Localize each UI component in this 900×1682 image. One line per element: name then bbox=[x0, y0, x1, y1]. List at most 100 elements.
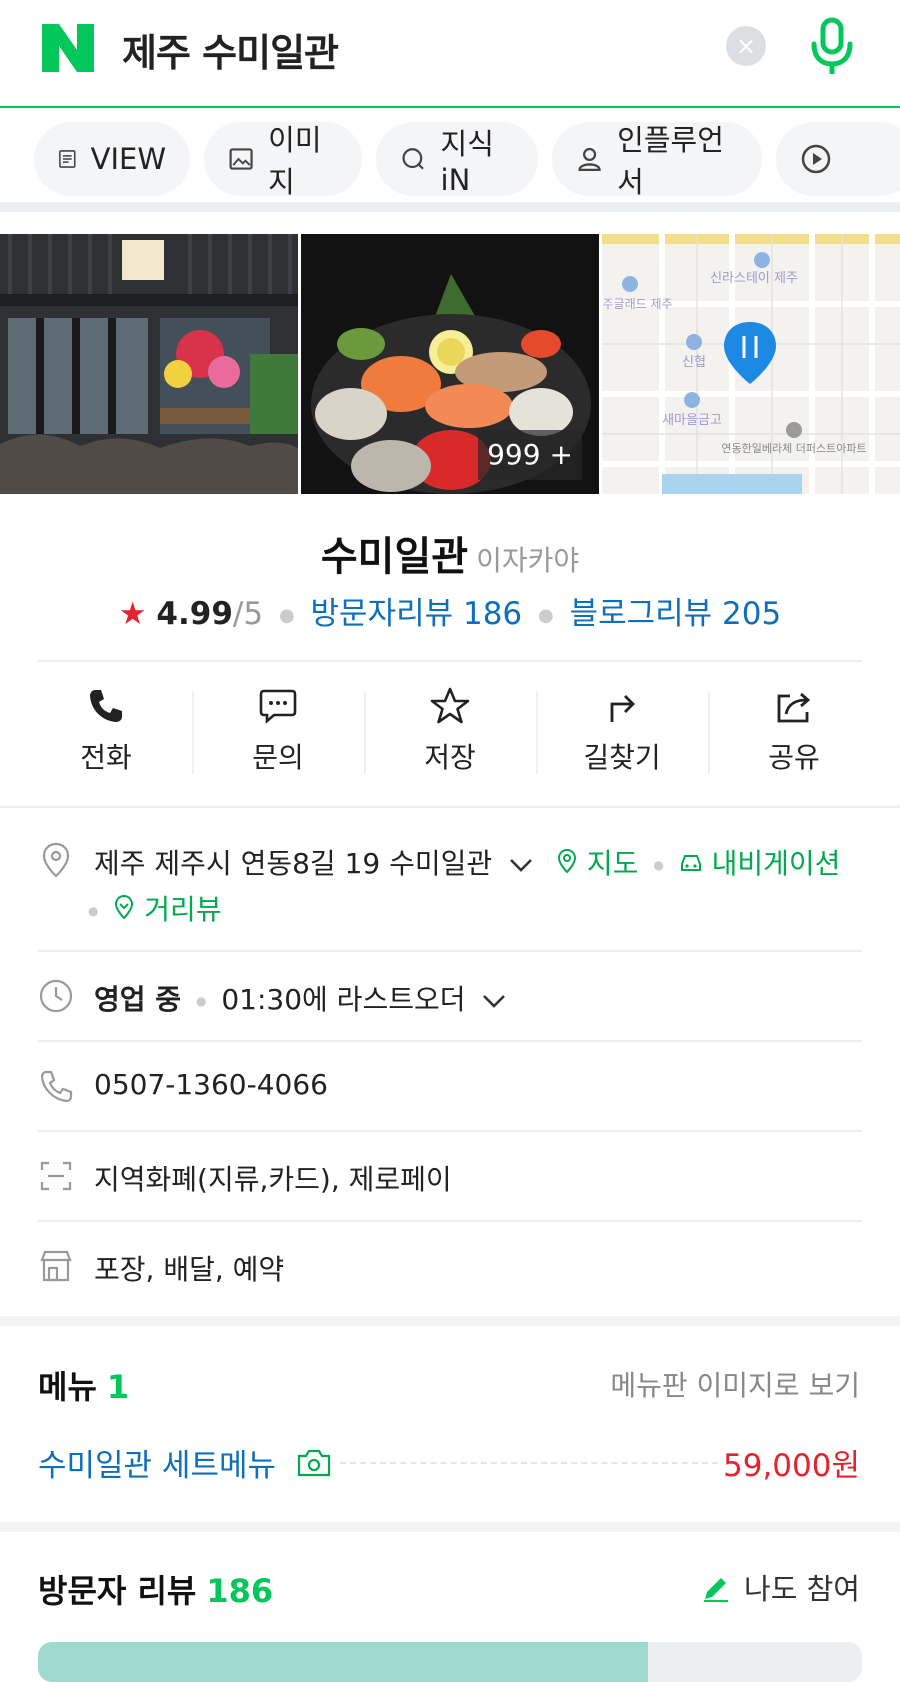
join-review-label: 나도 참여 bbox=[744, 1572, 860, 1606]
star-icon: ★ bbox=[118, 596, 147, 632]
divider bbox=[38, 1130, 862, 1132]
call-button[interactable]: 전화 bbox=[20, 680, 192, 790]
menu-item[interactable]: 수미일관 세트메뉴 bbox=[38, 1440, 332, 1485]
search-query[interactable]: 제주 수미일관 bbox=[122, 22, 339, 77]
naver-logo[interactable] bbox=[42, 24, 94, 72]
map-link[interactable]: 지도 bbox=[556, 847, 647, 880]
directions-button[interactable]: 길찾기 bbox=[536, 680, 708, 790]
map-label: 연동한일베라체 더퍼스트아파트 bbox=[721, 441, 866, 455]
phone-number: 0507-1360-4066 bbox=[94, 1068, 328, 1101]
divider bbox=[38, 660, 862, 662]
hours-row[interactable]: 영업 중 ● 01:30에 라스트오더 bbox=[38, 978, 862, 1018]
chat-icon bbox=[259, 689, 297, 724]
action-label: 길찾기 bbox=[583, 741, 661, 774]
divider bbox=[38, 1220, 862, 1222]
play-icon bbox=[801, 144, 831, 174]
separator-dot: ● bbox=[653, 858, 664, 872]
visitor-reviews-link[interactable]: 방문자리뷰 186 bbox=[311, 596, 523, 632]
separator-dot: ● bbox=[195, 994, 207, 1008]
star-icon bbox=[430, 687, 470, 724]
menu-item-name: 수미일관 세트메뉴 bbox=[38, 1448, 277, 1484]
review-progress-bar bbox=[38, 1642, 862, 1682]
tab-view[interactable]: VIEW bbox=[34, 122, 190, 196]
street-view-line: ● 거리뷰 bbox=[88, 888, 222, 928]
map-label: 제주글래드 제주 bbox=[602, 297, 673, 311]
divider bbox=[38, 1040, 862, 1042]
sashimi-photo[interactable]: 999 + bbox=[301, 234, 599, 494]
person-icon bbox=[578, 147, 601, 172]
microphone-icon[interactable] bbox=[808, 16, 856, 76]
separator-dot: ● bbox=[278, 605, 295, 626]
save-button[interactable]: 저장 bbox=[364, 680, 536, 790]
q-icon bbox=[402, 148, 424, 170]
join-review-button[interactable]: 나도 참여 bbox=[701, 1566, 860, 1608]
map-label: 신협 bbox=[682, 355, 706, 370]
address-line: 제주 제주시 연동8길 19 수미일관 지도 ● 내비게이션 bbox=[94, 842, 840, 882]
place-title: 수미일관 이자카야 bbox=[0, 524, 900, 582]
camera-icon bbox=[297, 1449, 330, 1477]
hours-text: 01:30에 라스트오더 bbox=[221, 983, 466, 1016]
chevron-down-icon[interactable] bbox=[482, 983, 506, 1016]
clock-icon bbox=[39, 979, 73, 1013]
clear-search-button[interactable]: × bbox=[726, 26, 766, 66]
map-link-label: 지도 bbox=[586, 847, 639, 880]
section-gap bbox=[0, 1522, 900, 1532]
rating-max: /5 bbox=[232, 596, 264, 632]
reviews-section-title: 방문자 리뷰 186 bbox=[38, 1566, 273, 1612]
action-label: 저장 bbox=[424, 741, 476, 774]
tab-label: VIEW bbox=[90, 142, 166, 176]
street-view-link[interactable]: 거리뷰 bbox=[113, 893, 222, 926]
menu-title: 메뉴 bbox=[38, 1368, 97, 1406]
navigation-link-label: 내비게이션 bbox=[711, 847, 841, 880]
menu-image-link[interactable]: 메뉴판 이미지로 보기 bbox=[610, 1364, 860, 1404]
menu-count: 1 bbox=[106, 1368, 130, 1406]
route-icon bbox=[610, 695, 635, 722]
hours-line: 영업 중 ● 01:30에 라스트오더 bbox=[94, 978, 506, 1018]
divider bbox=[0, 806, 900, 808]
review-progress-fill bbox=[38, 1642, 648, 1682]
tab-video[interactable] bbox=[776, 122, 900, 196]
address-row: 제주 제주시 연동8길 19 수미일관 지도 ● 내비게이션 ● 거리뷰 bbox=[38, 842, 862, 932]
tab-influencer[interactable]: 인플루언서 bbox=[552, 122, 762, 199]
map-label: 신라스테이 제주 bbox=[710, 271, 798, 286]
tab-label: 지식iN bbox=[440, 127, 494, 197]
street-view-label: 거리뷰 bbox=[144, 893, 222, 926]
separator-dot: ● bbox=[538, 605, 554, 626]
action-bar: 전화 문의 저장 길찾기 공유 bbox=[20, 680, 880, 790]
phone-icon bbox=[40, 1070, 73, 1103]
reviews-title: 방문자 리뷰 bbox=[38, 1572, 197, 1610]
menu-item-price: 59,000원 bbox=[723, 1448, 860, 1484]
rating-score: 4.99 bbox=[156, 596, 233, 632]
phone-row[interactable]: 0507-1360-4066 bbox=[38, 1068, 862, 1108]
separator-dot: ● bbox=[88, 904, 99, 918]
reviews-count: 186 bbox=[206, 1572, 274, 1610]
phone-icon bbox=[90, 690, 122, 722]
place-category: 이자카야 bbox=[476, 544, 580, 577]
map-thumbnail[interactable]: 신라스테이 제주 제주글래드 제주 신협 새마을금고 연동한일베라체 더퍼스트아… bbox=[602, 234, 900, 494]
payment-row: 지역화폐(지류,카드), 제로페이 bbox=[38, 1158, 862, 1198]
action-label: 전화 bbox=[80, 741, 132, 774]
section-gap bbox=[0, 1316, 900, 1326]
share-icon bbox=[777, 692, 811, 723]
divider bbox=[38, 950, 862, 952]
image-icon bbox=[229, 148, 253, 170]
tab-label: 이미지 bbox=[268, 123, 322, 199]
navigation-link[interactable]: 내비게이션 bbox=[679, 847, 841, 880]
inquiry-button[interactable]: 문의 bbox=[192, 680, 364, 790]
tab-kin[interactable]: 지식iN bbox=[376, 122, 538, 197]
share-button[interactable]: 공유 bbox=[708, 680, 880, 790]
search-tabs: VIEW 이미지 지식iN 인플루언서 bbox=[0, 108, 900, 212]
location-pin-icon bbox=[42, 842, 70, 878]
tab-images[interactable]: 이미지 bbox=[204, 122, 362, 199]
storefront-photo[interactable] bbox=[0, 234, 298, 494]
price-leader bbox=[340, 1462, 718, 1464]
pin-icon bbox=[557, 848, 576, 874]
pin-icon bbox=[115, 894, 134, 920]
photo-strip: 999 + 신라스테이 제주 제주글래드 제주 신협 새마을금고 bbox=[0, 234, 900, 494]
chevron-down-icon[interactable] bbox=[509, 847, 533, 880]
scan-icon bbox=[40, 1161, 72, 1191]
tab-label: 인플루언서 bbox=[617, 123, 724, 199]
blog-reviews-link[interactable]: 블로그리뷰 205 bbox=[570, 596, 782, 632]
payment-text: 지역화폐(지류,카드), 제로페이 bbox=[94, 1163, 452, 1196]
place-name: 수미일관 bbox=[320, 534, 469, 580]
